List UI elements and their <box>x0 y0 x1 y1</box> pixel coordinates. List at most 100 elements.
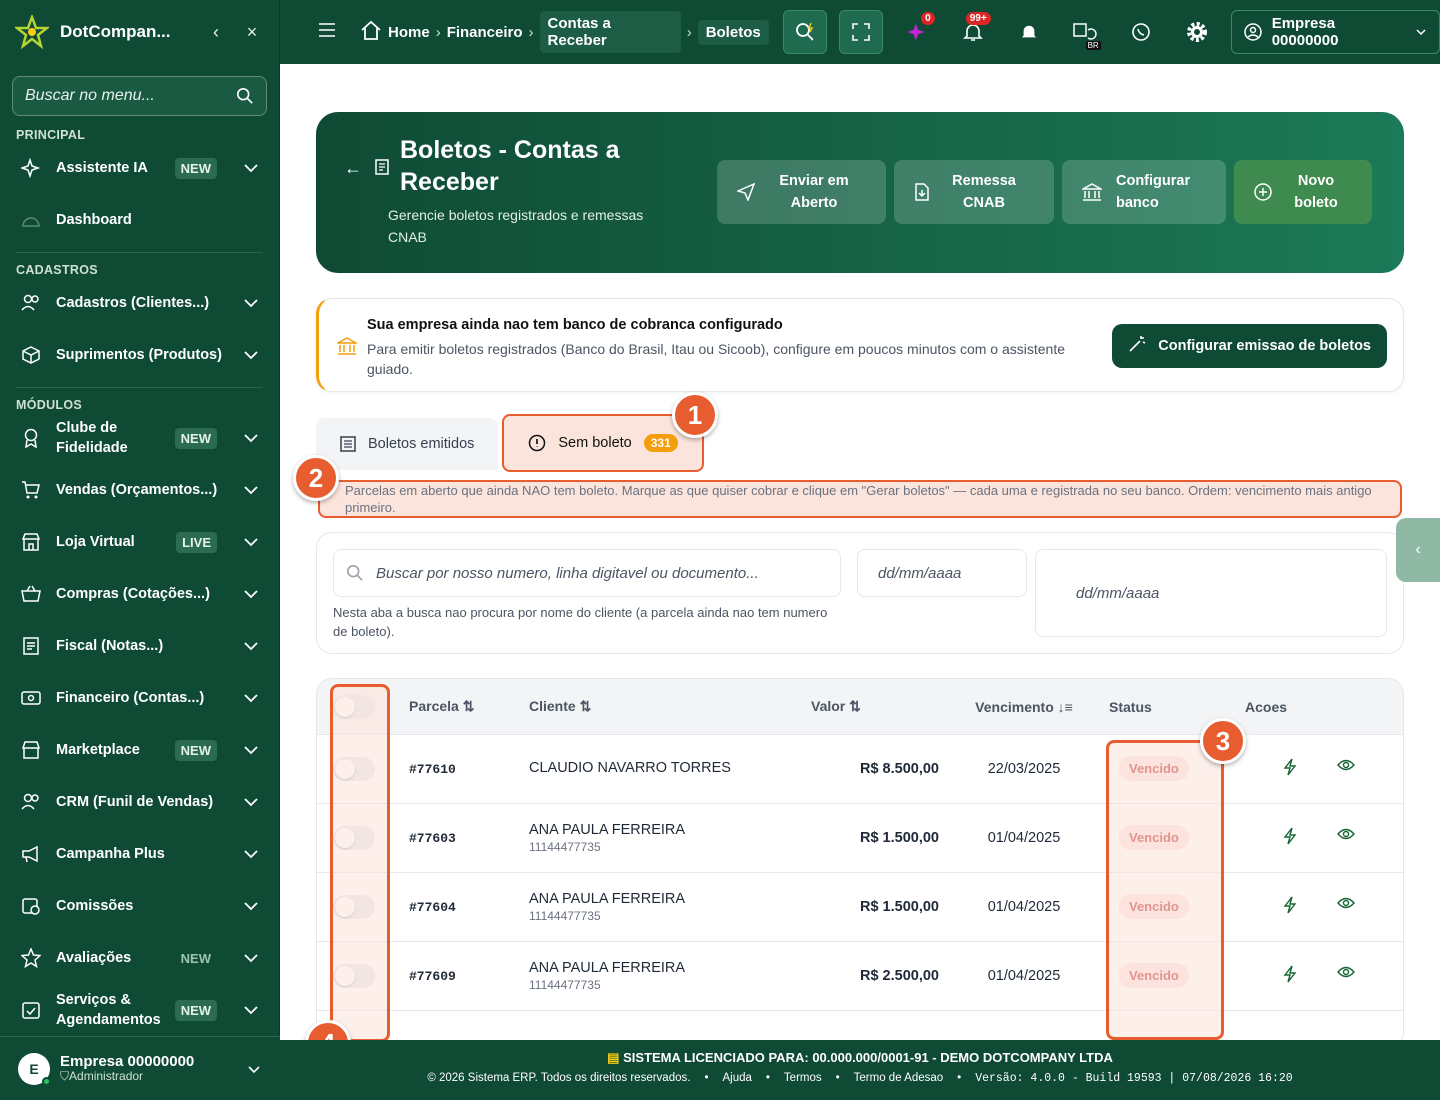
header-cliente[interactable]: Cliente ⇅ <box>529 698 779 715</box>
settings-button[interactable] <box>1175 10 1219 54</box>
chevron-down-icon <box>244 538 258 547</box>
whatsapp-icon <box>1131 23 1150 41</box>
expand-icon <box>851 23 870 41</box>
sidebar-item-clube-fidelidade[interactable]: Clube de Fidelidade NEW <box>0 412 279 464</box>
amount: R$ 1.500,00 <box>859 899 939 915</box>
alerts-button[interactable] <box>1007 10 1051 54</box>
breadcrumb-financeiro[interactable]: Financeiro <box>447 24 523 41</box>
back-arrow-icon[interactable]: ← <box>344 158 362 179</box>
language-button[interactable]: BR <box>1063 10 1107 54</box>
sidebar-item-financeiro[interactable]: Financeiro (Contas...) <box>0 672 279 724</box>
view-eye-icon[interactable] <box>1337 827 1355 849</box>
row-select-toggle[interactable] <box>333 964 375 988</box>
generate-boleto-icon[interactable] <box>1283 896 1297 918</box>
table-row: #77609 ANA PAULA FERREIRA 11144477735 R$ … <box>317 942 1403 1011</box>
tab-boletos-emitidos[interactable]: Boletos emitidos <box>316 418 499 470</box>
document-icon <box>374 158 390 181</box>
fullscreen-button[interactable] <box>838 10 883 54</box>
configure-boleto-button[interactable]: Configurar emissao de boletos <box>1112 324 1387 368</box>
sidebar-item-campanha-plus[interactable]: Campanha Plus <box>0 828 279 880</box>
sidebar-item-crm[interactable]: CRM (Funil de Vendas) <box>0 776 279 828</box>
footer-link-termos[interactable]: Termos <box>784 1072 822 1085</box>
page-header: ← Boletos - Contas a Receber Gerencie bo… <box>316 112 1404 273</box>
header-acoes: Acoes <box>1245 698 1288 715</box>
sidebar-item-fiscal[interactable]: Fiscal (Notas...) <box>0 620 279 672</box>
search-note: Nesta aba a busca nao procura por nome d… <box>333 605 828 639</box>
sidebar-item-compras[interactable]: Compras (Cotações...) <box>0 568 279 620</box>
select-all-toggle[interactable] <box>333 694 375 719</box>
whatsapp-button[interactable] <box>1119 10 1163 54</box>
row-select-toggle[interactable] <box>333 895 375 919</box>
client-name: ANA PAULA FERREIRA <box>529 960 686 976</box>
alert-title: Sua empresa ainda nao tem banco de cobra… <box>367 317 783 333</box>
parcela-id: #77604 <box>409 899 456 915</box>
home-icon[interactable] <box>360 19 382 45</box>
page-title: Boletos - Contas a Receber <box>400 136 620 196</box>
menu-search <box>12 76 267 116</box>
header-vencimento[interactable]: Vencimento ↓≡ <box>939 699 1109 715</box>
sidebar-item-assistente-ia[interactable]: Assistente IA NEW <box>0 142 279 194</box>
sidebar-item-loja-virtual[interactable]: Loja Virtual LIVE <box>0 516 279 568</box>
status-badge: Vencido <box>1119 825 1189 850</box>
generate-boleto-icon[interactable] <box>1283 758 1297 780</box>
new-boleto-button[interactable]: Novo boleto <box>1234 160 1372 224</box>
send-open-button[interactable]: Enviar em Aberto <box>717 160 886 224</box>
sidebar-item-cadastros[interactable]: Cadastros (Clientes...) <box>0 277 279 329</box>
due-date: 01/04/2025 <box>987 899 1061 915</box>
configure-bank-button[interactable]: Configurar banco <box>1062 160 1226 224</box>
date-to-input[interactable] <box>1076 584 1346 602</box>
send-icon <box>737 183 755 201</box>
close-sidebar-icon[interactable]: × <box>239 22 265 43</box>
sidebar-item-servicos[interactable]: Serviços & Agendamentos NEW <box>0 984 279 1036</box>
annotation-marker-1: 1 <box>672 392 718 438</box>
quick-search-button[interactable] <box>782 10 827 54</box>
breadcrumb-home[interactable]: Home <box>388 24 430 41</box>
collapse-sidebar-icon[interactable]: ‹ <box>203 22 229 43</box>
chevron-down-icon <box>244 1006 258 1015</box>
status-badge: Vencido <box>1119 894 1189 919</box>
search-input[interactable] <box>376 564 828 582</box>
user-menu[interactable]: E Empresa 00000000 ⛉Administrador <box>0 1036 280 1100</box>
client-doc: 11144477735 <box>529 978 601 992</box>
chevron-down-icon <box>244 902 258 911</box>
page-subtitle: Gerencie boletos registrados e remessas … <box>388 207 644 245</box>
row-select-toggle[interactable] <box>333 757 375 781</box>
sidebar-item-marketplace[interactable]: Marketplace NEW <box>0 724 279 776</box>
store-icon <box>20 532 42 552</box>
receipt-icon <box>20 636 42 656</box>
view-eye-icon[interactable] <box>1337 896 1355 918</box>
ai-assistant-button[interactable]: 0 <box>895 10 939 54</box>
generate-boleto-icon[interactable] <box>1283 827 1297 849</box>
footer-link-termo-adesao[interactable]: Termo de Adesao <box>854 1072 944 1085</box>
hamburger-menu-icon[interactable] <box>318 22 336 42</box>
company-selector[interactable]: Empresa 00000000 <box>1230 10 1440 54</box>
sidebar-item-dashboard[interactable]: Dashboard <box>0 194 279 246</box>
bell-icon <box>962 24 983 41</box>
chevron-left-icon: ‹ <box>1415 541 1421 558</box>
header-parcela[interactable]: Parcela ⇅ <box>409 698 529 715</box>
cnab-remessa-button[interactable]: Remessa CNAB <box>894 160 1054 224</box>
sidebar-item-vendas[interactable]: Vendas (Orçamentos...) <box>0 464 279 516</box>
money-icon <box>20 690 42 706</box>
notifications-badge: 99+ <box>965 12 991 25</box>
notifications-button[interactable]: 99+ <box>951 10 995 54</box>
view-eye-icon[interactable] <box>1337 758 1355 780</box>
generate-boleto-icon[interactable] <box>1283 965 1297 987</box>
sidebar-item-comissoes[interactable]: Comissões <box>0 880 279 932</box>
sidebar-item-avaliacoes[interactable]: Avaliações NEW <box>0 932 279 984</box>
view-eye-icon[interactable] <box>1337 965 1355 987</box>
annotation-marker-2: 2 <box>293 455 339 501</box>
status-badge: Vencido <box>1119 963 1189 988</box>
section-principal: PRINCIPAL <box>16 128 86 142</box>
sparkle-icon <box>20 158 42 178</box>
menu-search-input[interactable] <box>25 87 236 105</box>
row-select-toggle[interactable] <box>333 826 375 850</box>
side-panel-toggle[interactable]: ‹ <box>1396 518 1440 582</box>
table-row: #77604 ANA PAULA FERREIRA 11144477735 R$ … <box>317 873 1403 942</box>
header-valor[interactable]: Valor ⇅ <box>779 698 939 715</box>
search-icon <box>795 22 814 41</box>
cart-icon <box>20 480 42 500</box>
footer-link-ajuda[interactable]: Ajuda <box>722 1072 751 1085</box>
breadcrumb-contas-receber[interactable]: Contas a Receber <box>539 11 681 53</box>
sidebar-item-suprimentos[interactable]: Suprimentos (Produtos) <box>0 329 279 381</box>
